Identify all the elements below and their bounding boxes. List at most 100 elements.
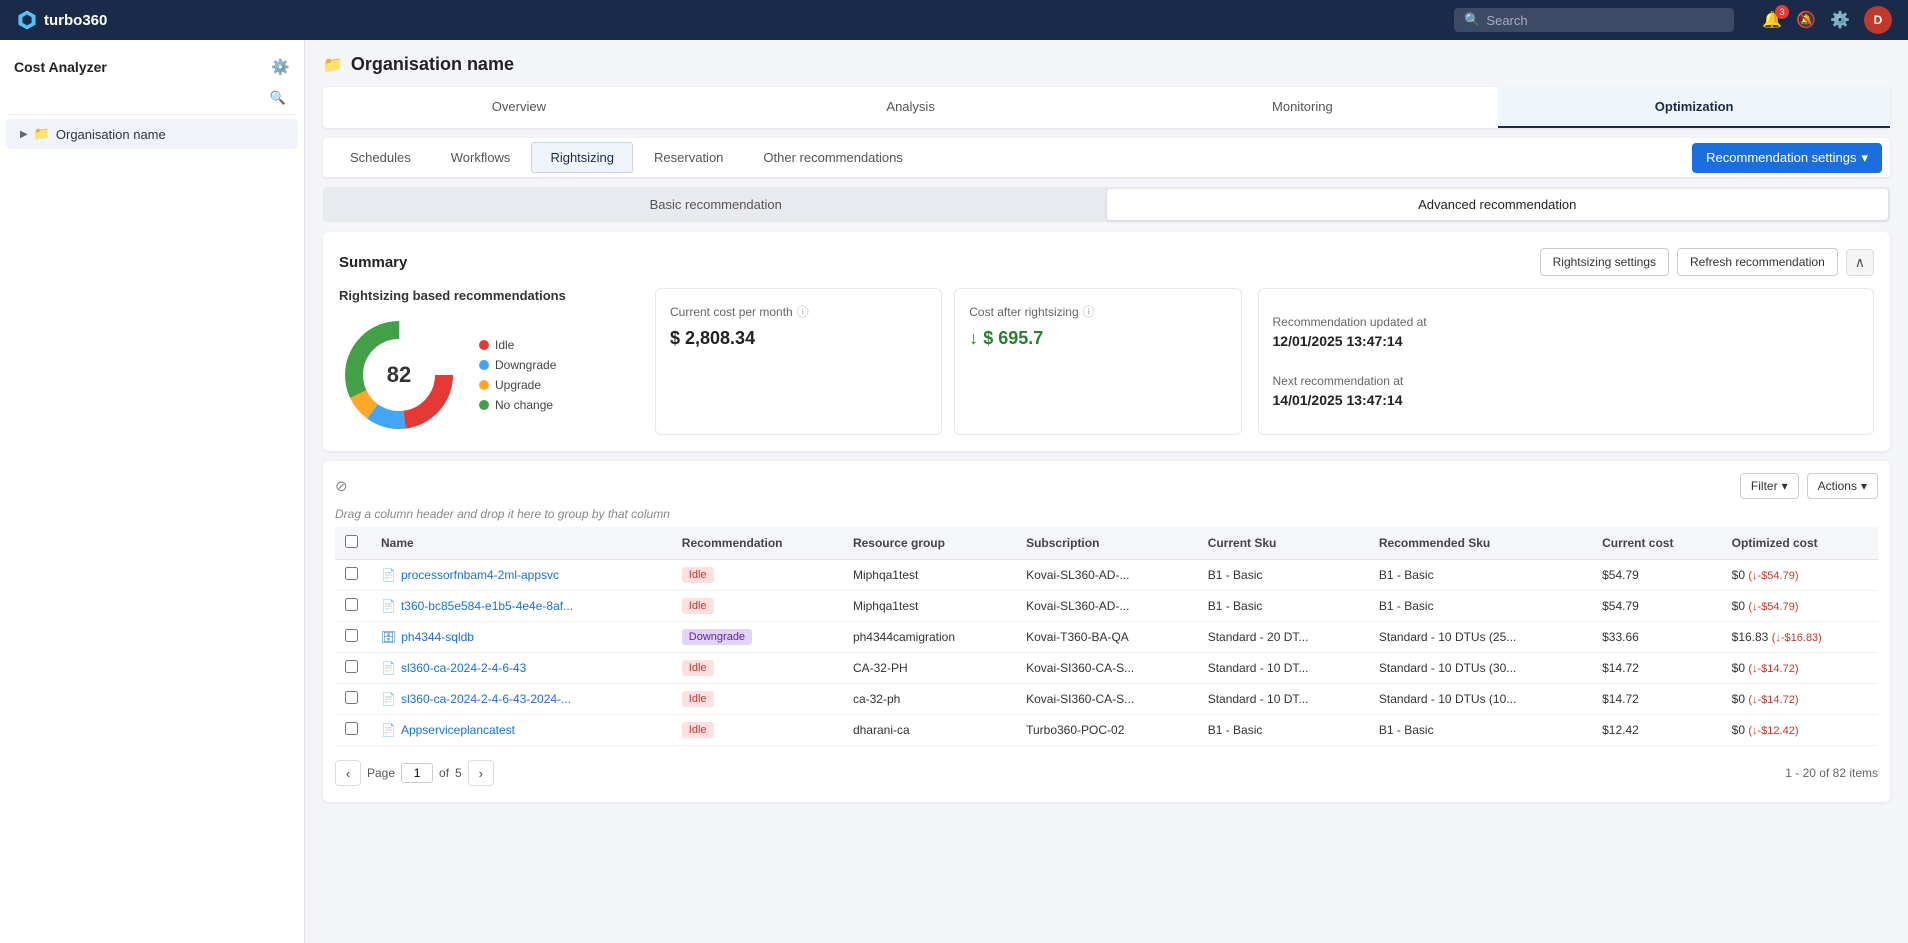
col-recommendation[interactable]: Recommendation bbox=[672, 527, 843, 560]
row-current-cost: $14.72 bbox=[1592, 653, 1722, 684]
name-link[interactable]: 📄 processorfnbam4-2ml-appsvc bbox=[381, 568, 662, 582]
filter-button[interactable]: Filter ▾ bbox=[1740, 473, 1799, 499]
tab-overview[interactable]: Overview bbox=[323, 87, 715, 128]
row-name: 📄 sl360-ca-2024-2-4-6-43 bbox=[371, 653, 672, 684]
name-link[interactable]: 📄 sl360-ca-2024-2-4-6-43 bbox=[381, 661, 662, 675]
row-resource-group: Miphqa1test bbox=[843, 560, 1016, 591]
chart-legend: Idle Downgrade Upgrade bbox=[479, 338, 556, 412]
next-rec-label: Next recommendation at bbox=[1273, 374, 1860, 388]
refresh-recommendation-button[interactable]: Refresh recommendation bbox=[1677, 248, 1838, 276]
tab-reservation[interactable]: Reservation bbox=[635, 142, 742, 173]
next-page-button[interactable]: › bbox=[468, 760, 494, 786]
search-input[interactable] bbox=[1486, 13, 1706, 28]
recommendation-badge: Idle bbox=[682, 691, 714, 707]
row-recommendation: Idle bbox=[672, 684, 843, 715]
tab-advanced-recommendation[interactable]: Advanced recommendation bbox=[1107, 189, 1889, 220]
row-resource-group: CA-32-PH bbox=[843, 653, 1016, 684]
resource-icon: 📄 bbox=[381, 692, 396, 706]
of-label: of bbox=[439, 766, 449, 780]
idle-label: Idle bbox=[495, 338, 514, 352]
collapse-button[interactable]: ∧ bbox=[1846, 249, 1874, 276]
col-current-cost[interactable]: Current cost bbox=[1592, 527, 1722, 560]
row-subscription: Kovai-SI360-CA-S... bbox=[1016, 653, 1198, 684]
row-subscription: Kovai-SI360-CA-S... bbox=[1016, 684, 1198, 715]
sidebar-search-icon: 🔍 bbox=[270, 90, 286, 106]
summary-header: Summary Rightsizing settings Refresh rec… bbox=[339, 248, 1874, 276]
tab-basic-recommendation[interactable]: Basic recommendation bbox=[325, 189, 1107, 220]
sub-tabs-row: Schedules Workflows Rightsizing Reservat… bbox=[323, 138, 1890, 177]
row-name: 🗄 ph4344-sqldb bbox=[371, 622, 672, 653]
rightsizing-settings-button[interactable]: Rightsizing settings bbox=[1540, 248, 1669, 276]
upgrade-label: Upgrade bbox=[495, 378, 541, 392]
notifications-bell-icon[interactable]: 🔔 3 bbox=[1762, 10, 1782, 30]
notification-badge: 3 bbox=[1775, 5, 1789, 19]
tab-analysis[interactable]: Analysis bbox=[715, 87, 1107, 128]
recommendation-badge: Idle bbox=[682, 567, 714, 583]
name-link[interactable]: 📄 sl360-ca-2024-2-4-6-43-2024-... bbox=[381, 692, 662, 706]
col-optimized-cost[interactable]: Optimized cost bbox=[1722, 527, 1878, 560]
sub-tabs-left: Schedules Workflows Rightsizing Reservat… bbox=[331, 142, 922, 173]
main-inner: 📁 Organisation name Overview Analysis Mo… bbox=[305, 40, 1908, 816]
summary-actions: Rightsizing settings Refresh recommendat… bbox=[1540, 248, 1874, 276]
row-checkbox[interactable] bbox=[335, 622, 371, 653]
summary-card: Summary Rightsizing settings Refresh rec… bbox=[323, 232, 1890, 451]
rec-updated-row: Recommendation updated at 12/01/2025 13:… bbox=[1273, 315, 1860, 349]
row-checkbox[interactable] bbox=[335, 715, 371, 746]
sidebar-title: Cost Analyzer bbox=[14, 59, 107, 75]
filter-funnel-icon[interactable]: ⊘ bbox=[335, 477, 348, 495]
row-resource-group: Miphqa1test bbox=[843, 591, 1016, 622]
sidebar-search-input[interactable] bbox=[18, 91, 270, 105]
name-link[interactable]: 📄 t360-bc85e584-e1b5-4e4e-8af... bbox=[381, 599, 662, 613]
name-link[interactable]: 📄 Appserviceplancatest bbox=[381, 723, 662, 737]
row-current-cost: $54.79 bbox=[1592, 560, 1722, 591]
tab-monitoring[interactable]: Monitoring bbox=[1107, 87, 1499, 128]
legend-upgrade: Upgrade bbox=[479, 378, 556, 392]
row-checkbox[interactable] bbox=[335, 684, 371, 715]
col-recommended-sku[interactable]: Recommended Sku bbox=[1369, 527, 1592, 560]
page-nav: ‹ Page of 5 › bbox=[335, 760, 494, 786]
prev-page-button[interactable]: ‹ bbox=[335, 760, 361, 786]
app-logo[interactable]: turbo360 bbox=[16, 9, 107, 31]
recommendation-settings-button[interactable]: Recommendation settings ▾ bbox=[1692, 143, 1882, 173]
rec-tabs: Basic recommendation Advanced recommenda… bbox=[323, 187, 1890, 222]
row-recommendation: Idle bbox=[672, 560, 843, 591]
table-row: 📄 Appserviceplancatest Idle dharani-ca T… bbox=[335, 715, 1878, 746]
col-subscription[interactable]: Subscription bbox=[1016, 527, 1198, 560]
row-checkbox[interactable] bbox=[335, 653, 371, 684]
stats-section: Current cost per month ⓘ $ 2,808.34 Cost… bbox=[655, 288, 1242, 435]
tab-rightsizing[interactable]: Rightsizing bbox=[531, 142, 633, 173]
search-bar[interactable]: 🔍 bbox=[1454, 8, 1734, 32]
tab-schedules[interactable]: Schedules bbox=[331, 142, 430, 173]
alerts-icon[interactable]: 🔕 bbox=[1796, 10, 1816, 30]
page-label: Page bbox=[367, 766, 395, 780]
page-input[interactable] bbox=[401, 763, 433, 783]
actions-button[interactable]: Actions ▾ bbox=[1807, 473, 1878, 499]
row-current-cost: $54.79 bbox=[1592, 591, 1722, 622]
row-optimized-cost: $0 (↓-$54.79) bbox=[1722, 560, 1878, 591]
row-checkbox[interactable] bbox=[335, 591, 371, 622]
col-resource-group[interactable]: Resource group bbox=[843, 527, 1016, 560]
current-cost-label: Current cost per month ⓘ bbox=[670, 303, 927, 320]
page-header: 📁 Organisation name bbox=[323, 54, 1890, 75]
sidebar-gear-icon[interactable]: ⚙️ bbox=[271, 58, 290, 76]
arrow-down-icon: ↓ bbox=[969, 328, 978, 348]
sidebar-header: Cost Analyzer ⚙️ bbox=[0, 48, 304, 86]
name-link[interactable]: 🗄 ph4344-sqldb bbox=[381, 630, 662, 644]
tab-workflows[interactable]: Workflows bbox=[432, 142, 530, 173]
cost-after-value: ↓ $ 695.7 bbox=[969, 328, 1226, 349]
row-subscription: Kovai-T360-BA-QA bbox=[1016, 622, 1198, 653]
user-avatar[interactable]: D bbox=[1864, 6, 1892, 34]
row-resource-group: dharani-ca bbox=[843, 715, 1016, 746]
tab-other-recommendations[interactable]: Other recommendations bbox=[744, 142, 921, 173]
settings-gear-icon[interactable]: ⚙️ bbox=[1830, 10, 1850, 30]
row-checkbox[interactable] bbox=[335, 560, 371, 591]
sidebar-search[interactable]: 🔍 bbox=[8, 86, 296, 115]
page-info: Page of 5 bbox=[367, 763, 462, 783]
col-current-sku[interactable]: Current Sku bbox=[1198, 527, 1369, 560]
checkbox-header[interactable] bbox=[335, 527, 371, 560]
col-name[interactable]: Name bbox=[371, 527, 672, 560]
downgrade-label: Downgrade bbox=[495, 358, 556, 372]
sidebar-item-org[interactable]: ▶ 📁 Organisation name bbox=[6, 119, 298, 149]
tab-optimization[interactable]: Optimization bbox=[1498, 87, 1890, 128]
select-all-checkbox[interactable] bbox=[345, 535, 358, 548]
